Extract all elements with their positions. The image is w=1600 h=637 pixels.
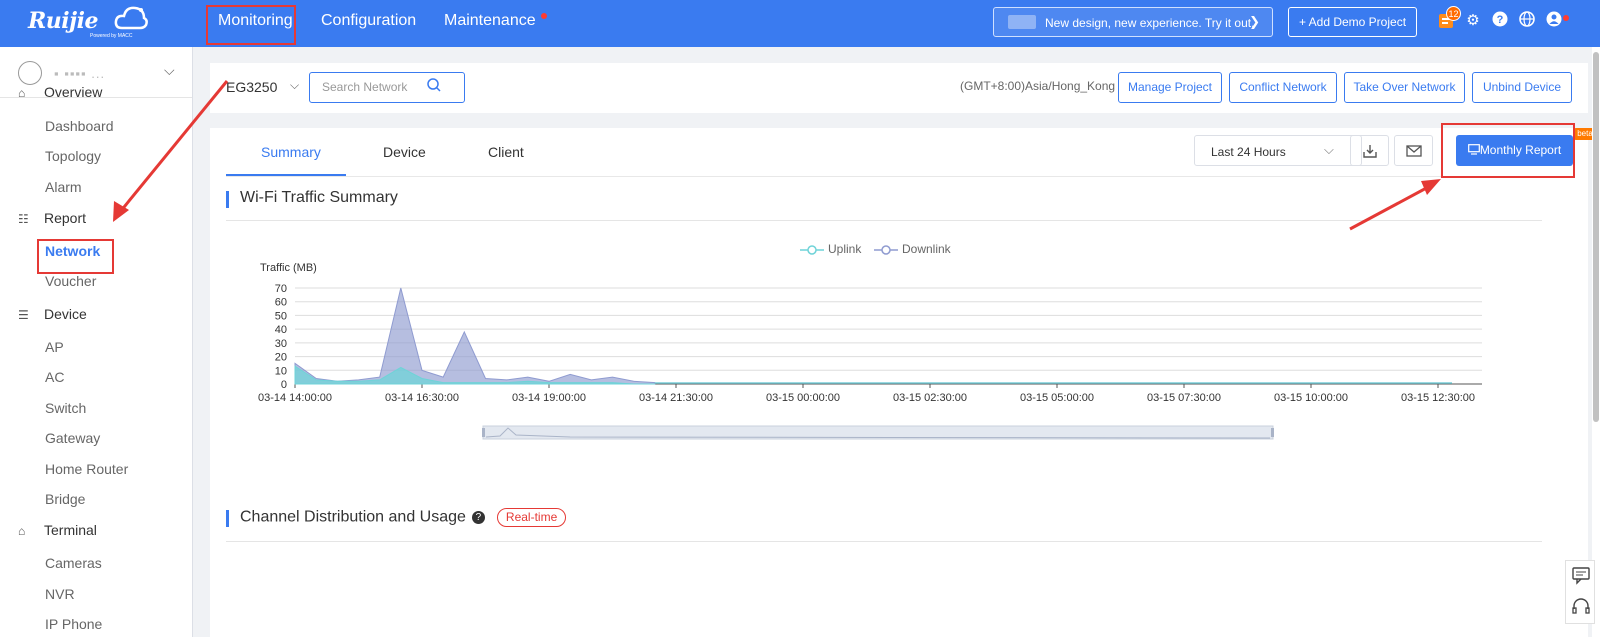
sidebar-item-overview[interactable]: ⌂ Overview bbox=[18, 84, 102, 100]
y-tick-label: 0 bbox=[281, 379, 287, 391]
network-highlight-box bbox=[37, 239, 114, 274]
sidebar-item-gateway[interactable]: Gateway bbox=[45, 430, 100, 446]
user-avatar-icon bbox=[18, 61, 42, 85]
network-toolbar: EG3250 ⌵ Search Network (GMT+8:00)Asia/H… bbox=[210, 63, 1588, 113]
y-tick-label: 50 bbox=[275, 310, 287, 322]
project-name: ▪ ▪▪▪▪ ... bbox=[54, 66, 106, 81]
notification-count-badge: 12 bbox=[1446, 6, 1461, 21]
maintenance-alert-dot bbox=[541, 13, 547, 19]
x-tick-label: 03-14 21:30:00 bbox=[639, 392, 713, 404]
x-tick-label: 03-14 19:00:00 bbox=[512, 392, 586, 404]
zoom-slider-handle-right bbox=[1271, 428, 1274, 437]
sidebar-group-label: Terminal bbox=[44, 522, 97, 538]
section-title-text: Channel Distribution and Usage bbox=[240, 508, 466, 526]
floating-support-tools bbox=[1565, 560, 1595, 624]
scrollbar-thumb[interactable] bbox=[1593, 52, 1599, 422]
sidebar-group-terminal[interactable]: ⌂ Terminal bbox=[18, 522, 97, 538]
user-account-icon[interactable] bbox=[1544, 11, 1564, 31]
y-tick-label: 20 bbox=[275, 352, 287, 364]
new-design-promo-banner[interactable]: New design, new experience. Try it out. … bbox=[993, 7, 1273, 37]
summary-card: Summary Device Client Last 24 Hours ⌵ Mo… bbox=[210, 128, 1596, 637]
report-icon: ☷ bbox=[18, 212, 29, 226]
search-network-input[interactable]: Search Network bbox=[309, 72, 465, 103]
manage-project-button[interactable]: Manage Project bbox=[1118, 72, 1222, 103]
sidebar-item-voucher[interactable]: Voucher bbox=[45, 273, 96, 289]
user-alert-dot bbox=[1563, 15, 1569, 21]
zoom-slider-handle-left bbox=[482, 428, 485, 437]
nav-maintenance[interactable]: Maintenance bbox=[444, 12, 536, 30]
sidebar-item-ip-phone[interactable]: IP Phone bbox=[45, 616, 102, 632]
unbind-device-button[interactable]: Unbind Device bbox=[1472, 72, 1572, 103]
sidebar-item-label: Overview bbox=[44, 84, 103, 100]
timezone-label: (GMT+8:00)Asia/Hong_Kong bbox=[960, 79, 1116, 93]
sidebar-group-device[interactable]: ☰ Device bbox=[18, 306, 87, 322]
chevron-right-icon: ❯ bbox=[1249, 14, 1260, 29]
customer-service-headset-icon[interactable] bbox=[1571, 597, 1591, 617]
y-tick-label: 30 bbox=[275, 338, 287, 350]
terminal-icon: ⌂ bbox=[18, 524, 26, 538]
x-tick-label: 03-15 12:30:00 bbox=[1401, 392, 1475, 404]
device-icon: ☰ bbox=[18, 308, 29, 322]
logo-text: Ruijie bbox=[28, 8, 98, 34]
network-selector[interactable]: EG3250 bbox=[226, 79, 277, 95]
sidebar-item-ac[interactable]: AC bbox=[45, 369, 64, 385]
search-icon[interactable] bbox=[426, 77, 442, 93]
overview-icon: ⌂ bbox=[18, 86, 26, 100]
downlink-series-area bbox=[294, 287, 656, 385]
monitoring-highlight-box bbox=[206, 5, 296, 45]
sidebar-item-nvr[interactable]: NVR bbox=[45, 586, 75, 602]
chevron-down-icon[interactable]: ⌵ bbox=[290, 78, 299, 93]
sidebar-group-report[interactable]: ☷ Report bbox=[18, 210, 86, 226]
add-demo-project-button[interactable]: + Add Demo Project bbox=[1288, 7, 1417, 37]
ruijie-logo[interactable]: Ruijie Powered by MACC bbox=[28, 4, 152, 40]
section-divider bbox=[226, 541, 1542, 542]
monthly-report-highlight-box bbox=[1441, 123, 1575, 178]
sidebar-group-label: Device bbox=[44, 306, 87, 322]
chat-feedback-icon[interactable] bbox=[1571, 565, 1591, 585]
globe-language-icon[interactable] bbox=[1517, 11, 1537, 31]
chevron-down-icon: ⌵ bbox=[164, 62, 175, 78]
conflict-network-button[interactable]: Conflict Network bbox=[1229, 72, 1337, 103]
x-tick-label: 03-15 10:00:00 bbox=[1274, 392, 1348, 404]
settings-gear-icon[interactable]: ⚙ bbox=[1463, 11, 1483, 31]
sidebar-item-home-router[interactable]: Home Router bbox=[45, 461, 128, 477]
promo-text: New design, new experience. Try it out. bbox=[1045, 16, 1255, 30]
sidebar-item-cameras[interactable]: Cameras bbox=[45, 555, 102, 571]
x-tick-label: 03-14 16:30:00 bbox=[385, 392, 459, 404]
y-tick-label: 40 bbox=[275, 324, 287, 336]
x-tick-label: 03-14 14:00:00 bbox=[258, 392, 332, 404]
page-scrollbar[interactable] bbox=[1592, 47, 1600, 637]
sidebar: ▪ ▪▪▪▪ ... ⌵ ⌂ Overview Dashboard Topolog… bbox=[0, 47, 193, 637]
heading-accent-bar bbox=[226, 510, 229, 527]
nav-configuration[interactable]: Configuration bbox=[321, 12, 416, 30]
sidebar-item-dashboard[interactable]: Dashboard bbox=[45, 118, 114, 134]
sidebar-item-ap[interactable]: AP bbox=[45, 339, 64, 355]
take-over-network-button[interactable]: Take Over Network bbox=[1344, 72, 1465, 103]
cloud-logo-icon bbox=[114, 6, 148, 30]
x-tick-label: 03-15 05:00:00 bbox=[1020, 392, 1094, 404]
search-placeholder: Search Network bbox=[322, 80, 408, 94]
sidebar-group-label: Report bbox=[44, 210, 87, 226]
realtime-badge: Real-time bbox=[496, 508, 567, 527]
section-title-row: Channel Distribution and Usage? Real-time bbox=[240, 508, 567, 527]
help-question-icon[interactable]: ? bbox=[471, 511, 485, 524]
promo-image-icon bbox=[1008, 15, 1036, 29]
sidebar-item-bridge[interactable]: Bridge bbox=[45, 491, 85, 507]
sidebar-item-switch[interactable]: Switch bbox=[45, 400, 86, 416]
x-tick-label: 03-15 07:30:00 bbox=[1147, 392, 1221, 404]
help-icon[interactable]: ? bbox=[1490, 11, 1510, 31]
logo-subtitle: Powered by MACC bbox=[90, 33, 133, 39]
y-tick-label: 60 bbox=[275, 297, 287, 309]
x-tick-label: 03-15 00:00:00 bbox=[766, 392, 840, 404]
y-axis-label: Traffic (MB) bbox=[260, 262, 317, 274]
sidebar-item-alarm[interactable]: Alarm bbox=[45, 179, 82, 195]
sidebar-item-topology[interactable]: Topology bbox=[45, 148, 101, 164]
y-tick-label: 70 bbox=[275, 283, 287, 295]
y-tick-label: 10 bbox=[275, 365, 287, 377]
x-tick-label: 03-15 02:30:00 bbox=[893, 392, 967, 404]
traffic-area-chart: Traffic (MB)01020304050607003-14 14:00:0… bbox=[258, 262, 1482, 440]
svg-text:?: ? bbox=[1497, 14, 1504, 26]
